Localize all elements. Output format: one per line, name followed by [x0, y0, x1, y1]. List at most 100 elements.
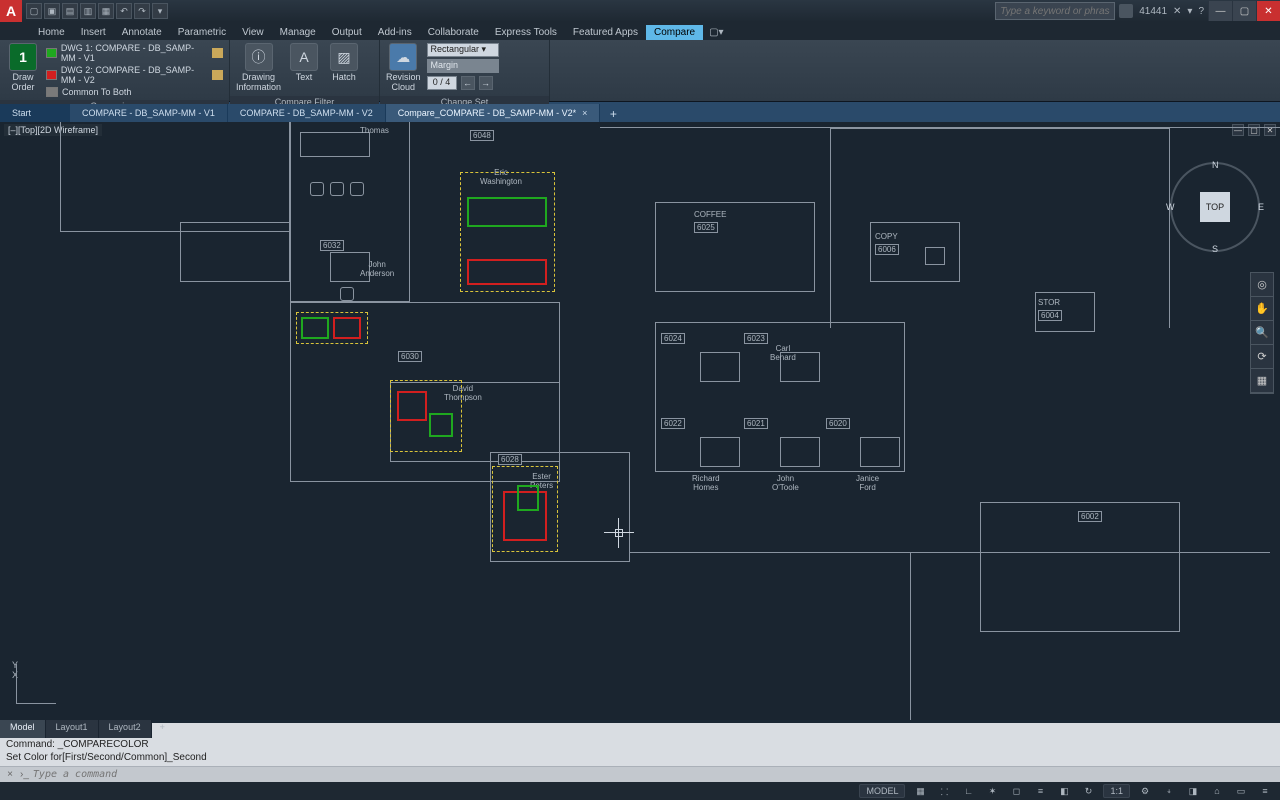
status-ortho-icon[interactable]: ∟: [959, 784, 977, 798]
signin-dd-icon[interactable]: ▾: [1187, 6, 1192, 17]
cloud-shape-select[interactable]: Rectangular ▾: [427, 43, 499, 57]
status-clean-icon[interactable]: ▭: [1232, 784, 1250, 798]
exchange-icon[interactable]: ✕: [1173, 6, 1181, 17]
tab-insert[interactable]: Insert: [73, 25, 114, 40]
status-gear-icon[interactable]: ⚙: [1136, 784, 1154, 798]
status-model-toggle[interactable]: MODEL: [859, 784, 905, 798]
tab-parametric[interactable]: Parametric: [170, 25, 234, 40]
dwg1-row[interactable]: DWG 1: COMPARE - DB_SAMP-MM - V1: [46, 43, 223, 63]
status-osnap-icon[interactable]: ◻: [1007, 784, 1025, 798]
prev-change-button[interactable]: ←: [461, 76, 475, 90]
qat-more-icon[interactable]: ▾: [152, 3, 168, 19]
cmd-close-icon[interactable]: ×: [4, 769, 16, 780]
tab-featured[interactable]: Featured Apps: [565, 25, 646, 40]
tab-compare[interactable]: Compare: [646, 25, 703, 40]
hatch-icon: ▨: [330, 43, 358, 71]
navigation-bar: ◎ ✋ 🔍 ⟳ ▦: [1250, 272, 1274, 394]
tab-overflow-icon[interactable]: ▢▾: [703, 25, 729, 40]
cmd-chevron-icon[interactable]: ›_: [20, 769, 29, 780]
user-icon[interactable]: [1119, 4, 1133, 18]
qat-plot-icon[interactable]: ▦: [98, 3, 114, 19]
command-input[interactable]: [33, 769, 1276, 780]
status-transparency-icon[interactable]: ◧: [1055, 784, 1073, 798]
common-row[interactable]: Common To Both: [46, 87, 223, 97]
tab-collaborate[interactable]: Collaborate: [420, 25, 487, 40]
viewcube-top-face[interactable]: TOP: [1200, 192, 1230, 222]
margin-field[interactable]: Margin: [427, 59, 499, 73]
document-tabstrip: Start COMPARE - DB_SAMP-MM - V1 COMPARE …: [0, 102, 1280, 122]
room-6020: 6020: [826, 418, 850, 429]
label-homes: Richard Homes: [692, 474, 720, 492]
dwg1-swatch: [46, 48, 57, 58]
hatch-filter-button[interactable]: ▨Hatch: [327, 43, 361, 83]
qat-new-icon[interactable]: ▢: [26, 3, 42, 19]
status-custom-icon[interactable]: ≡: [1256, 784, 1274, 798]
change-counter: 0 / 4: [427, 76, 457, 90]
next-change-button[interactable]: →: [479, 76, 493, 90]
drawing-canvas[interactable]: [–][Top][2D Wireframe] — ▢ ✕: [0, 122, 1280, 720]
layout-tab-model[interactable]: Model: [0, 720, 46, 738]
command-window[interactable]: Command: Command: _COMPARECOLOR Set Colo…: [0, 723, 1280, 782]
doc-tab-start[interactable]: Start: [0, 104, 70, 122]
help-search-input[interactable]: [995, 2, 1115, 20]
nav-zoom-icon[interactable]: 🔍: [1251, 321, 1273, 345]
help-icon[interactable]: ?: [1198, 6, 1204, 17]
status-lwt-icon[interactable]: ≡: [1031, 784, 1049, 798]
qat-undo-icon[interactable]: ↶: [116, 3, 132, 19]
label-otoole: John O'Toole: [772, 474, 799, 492]
tab-view[interactable]: View: [234, 25, 272, 40]
viewcube[interactable]: TOP N S W E: [1170, 162, 1260, 252]
qat-save-icon[interactable]: ▤: [62, 3, 78, 19]
add-doc-button[interactable]: +: [604, 106, 622, 122]
room-6022: 6022: [661, 418, 685, 429]
room-6030: 6030: [398, 351, 422, 362]
drawing-info-button[interactable]: ⓘDrawing Information: [236, 43, 281, 93]
add-layout-button[interactable]: +: [152, 720, 173, 738]
viewcube-w[interactable]: W: [1166, 202, 1175, 212]
viewcube-e[interactable]: E: [1258, 202, 1264, 212]
doc-tab-v1[interactable]: COMPARE - DB_SAMP-MM - V1: [70, 104, 228, 122]
tab-addins[interactable]: Add-ins: [370, 25, 420, 40]
revision-cloud-button[interactable]: ☁Revision Cloud: [386, 43, 421, 93]
tab-home[interactable]: Home: [30, 25, 73, 40]
drawing-info-label: Drawing Information: [236, 73, 281, 93]
layout-tab-2[interactable]: Layout2: [99, 720, 152, 738]
nav-showmotion-icon[interactable]: ▦: [1251, 369, 1273, 393]
text-filter-button[interactable]: AText: [287, 43, 321, 83]
status-polar-icon[interactable]: ✶: [983, 784, 1001, 798]
qat-redo-icon[interactable]: ↷: [134, 3, 150, 19]
tab-express[interactable]: Express Tools: [487, 25, 565, 40]
status-iso-icon[interactable]: ◨: [1184, 784, 1202, 798]
status-grid-icon[interactable]: ▦: [911, 784, 929, 798]
viewcube-n[interactable]: N: [1212, 160, 1219, 170]
tab-annotate[interactable]: Annotate: [114, 25, 170, 40]
tab-manage[interactable]: Manage: [272, 25, 324, 40]
nav-orbit-icon[interactable]: ⟳: [1251, 345, 1273, 369]
window-close-button[interactable]: ✕: [1256, 1, 1280, 21]
layout-tab-1[interactable]: Layout1: [46, 720, 99, 738]
viewcube-s[interactable]: S: [1212, 244, 1218, 254]
status-snap-icon[interactable]: ⸬: [935, 784, 953, 798]
cmd-history-line: Command:: [6, 725, 1274, 738]
qat-saveas-icon[interactable]: ▥: [80, 3, 96, 19]
tab-output[interactable]: Output: [324, 25, 370, 40]
qat-open-icon[interactable]: ▣: [44, 3, 60, 19]
app-logo[interactable]: A: [0, 0, 22, 22]
status-workspace-icon[interactable]: ⌂: [1208, 784, 1226, 798]
status-annomon-icon[interactable]: ⍖: [1160, 784, 1178, 798]
dwg2-row[interactable]: DWG 2: COMPARE - DB_SAMP-MM - V2: [46, 65, 223, 85]
nav-pan-icon[interactable]: ✋: [1251, 297, 1273, 321]
draw-order-button[interactable]: 1 Draw Order: [6, 43, 40, 93]
folder-icon[interactable]: [212, 48, 223, 58]
ucs-icon[interactable]: Y X: [12, 660, 60, 708]
doc-tab-compare[interactable]: Compare_COMPARE - DB_SAMP-MM - V2*: [386, 104, 601, 122]
window-maximize-button[interactable]: ▢: [1232, 1, 1256, 21]
folder-icon[interactable]: [212, 70, 223, 80]
diff-cloud-2: [296, 312, 368, 344]
window-minimize-button[interactable]: —: [1208, 1, 1232, 21]
status-cycling-icon[interactable]: ↻: [1079, 784, 1097, 798]
draw-order-icon: 1: [9, 43, 37, 71]
doc-tab-v2[interactable]: COMPARE - DB_SAMP-MM - V2: [228, 104, 386, 122]
nav-wheel-icon[interactable]: ◎: [1251, 273, 1273, 297]
status-scale[interactable]: 1:1: [1103, 784, 1130, 798]
